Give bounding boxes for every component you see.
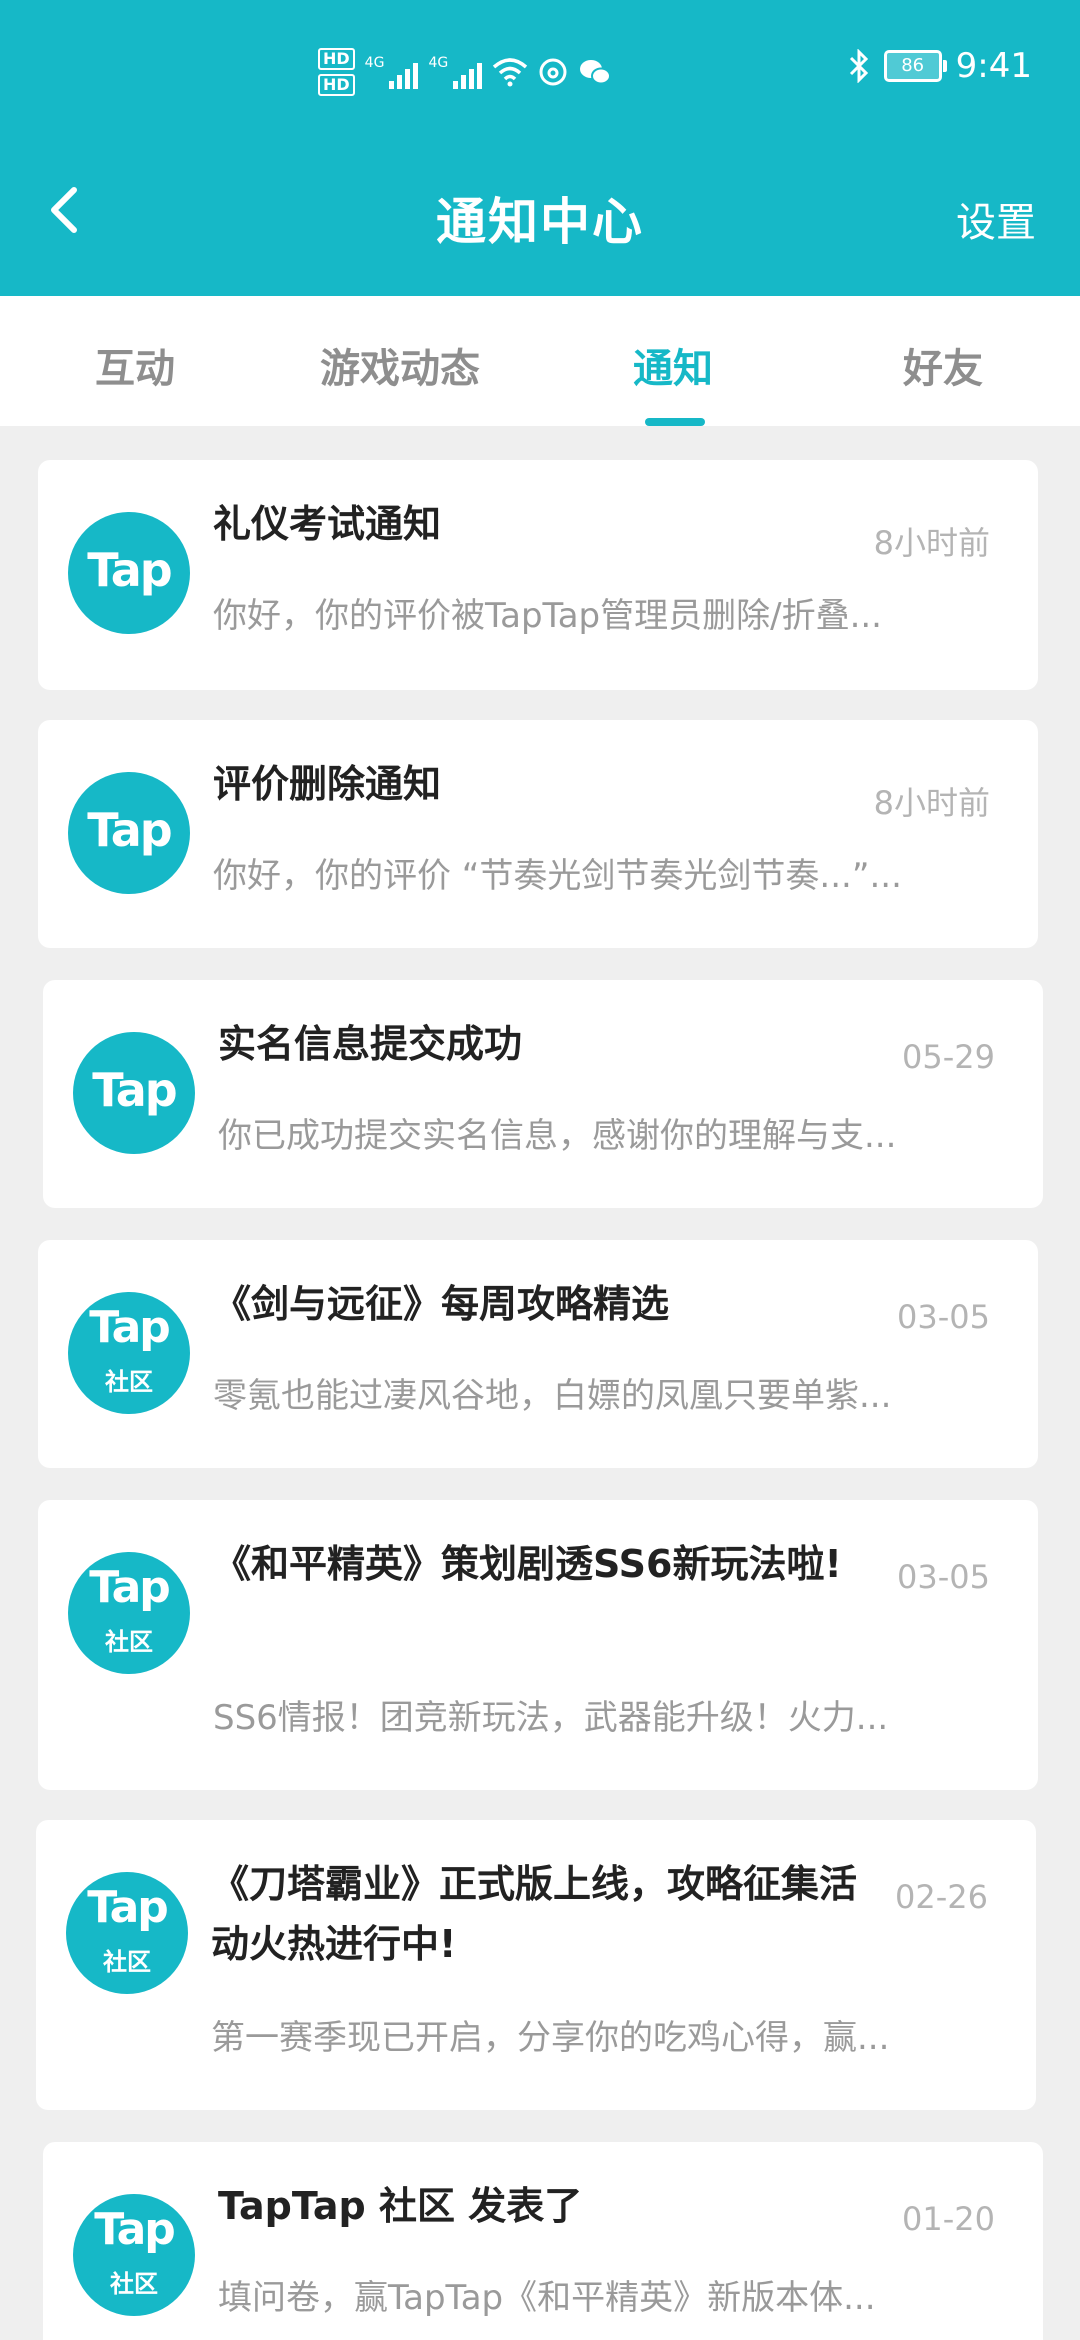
wechat-icon	[580, 60, 612, 85]
status-indicators: HD HD 4G 4G	[318, 48, 612, 96]
tap-community-avatar-icon: Tap 社区	[66, 1872, 188, 1994]
tab-bar: 互动 游戏动态 通知 好友	[0, 296, 1080, 426]
wifi-icon	[493, 58, 528, 87]
notification-preview: SS6情报！团竞新玩法，武器能升级！火力...	[213, 1698, 889, 1738]
notification-title: 《和平精英》策划剧透SS6新玩法啦!	[213, 1542, 842, 1586]
signal-2-icon: 4G	[428, 55, 483, 89]
notification-preview: 你好，你的评价被TapTap管理员删除/折叠...	[213, 596, 882, 636]
settings-button[interactable]: 设置	[956, 190, 1036, 248]
notification-item[interactable]: Tap 社区 《和平精英》策划剧透SS6新玩法啦! 03-05 SS6情报！团竞…	[38, 1500, 1038, 1790]
tab-interaction[interactable]: 互动	[95, 336, 175, 394]
tab-friends[interactable]: 好友	[903, 336, 983, 394]
notification-title: 实名信息提交成功	[218, 1022, 523, 1066]
app-header: HD HD 4G 4G 86 9:41 通知中心 设置	[0, 0, 1080, 296]
notification-time: 03-05	[897, 1558, 990, 1596]
nav-bar: 通知中心 设置	[0, 160, 1080, 260]
clock: 9:41	[955, 46, 1032, 86]
tap-avatar-icon: Tap	[73, 1032, 195, 1154]
notification-item[interactable]: Tap 社区 TapTap 社区 发表了 01-20 填问卷，赢TapTap《和…	[43, 2142, 1043, 2340]
notification-item[interactable]: Tap 社区 《剑与远征》每周攻略精选 03-05 零氪也能过凄风谷地，白嫖的凤…	[38, 1240, 1038, 1468]
screen: HD HD 4G 4G 86 9:41 通知中心 设置 互动 游戏动态 通知 好…	[0, 0, 1080, 2340]
tap-community-avatar-icon: Tap 社区	[68, 1292, 190, 1414]
notification-time: 8小时前	[873, 524, 990, 562]
notification-time: 05-29	[902, 1038, 995, 1076]
signal-1-icon: 4G	[365, 55, 419, 89]
notification-title: TapTap 社区 发表了	[218, 2184, 583, 2228]
bluetooth-icon	[849, 49, 868, 83]
tap-avatar-icon: Tap	[68, 772, 190, 894]
notification-item[interactable]: Tap 礼仪考试通知 8小时前 你好，你的评价被TapTap管理员删除/折叠..…	[38, 460, 1038, 690]
notification-item[interactable]: Tap 评价删除通知 8小时前 你好，你的评价 “节奏光剑节奏光剑节奏...”.…	[38, 720, 1038, 948]
notification-preview: 填问卷，赢TapTap《和平精英》新版本体...	[218, 2278, 876, 2318]
notification-item[interactable]: Tap 社区 《刀塔霸业》正式版上线，攻略征集活动火热进行中! 02-26 第一…	[36, 1820, 1036, 2110]
notification-preview: 第一赛季现已开启，分享你的吃鸡心得，赢...	[211, 2018, 890, 2058]
notification-preview: 你好，你的评价 “节奏光剑节奏光剑节奏...”...	[213, 856, 902, 896]
notification-time: 8小时前	[873, 784, 990, 822]
tap-avatar-icon: Tap	[68, 512, 190, 634]
notification-time: 01-20	[902, 2200, 995, 2238]
network-type-1: 4G	[364, 55, 385, 71]
notification-title: 《刀塔霸业》正式版上线，攻略征集活动火热进行中!	[211, 1862, 858, 1966]
notification-time: 02-26	[895, 1878, 988, 1916]
notification-preview: 零氪也能过凄风谷地，白嫖的凤凰只要单紫...	[213, 1376, 892, 1416]
tab-game-updates[interactable]: 游戏动态	[320, 336, 480, 394]
hd-badge-2: HD	[318, 74, 355, 96]
page-title: 通知中心	[436, 193, 644, 251]
hd-badges: HD HD	[318, 48, 355, 96]
netease-music-icon	[539, 58, 567, 86]
notification-time: 03-05	[897, 1298, 990, 1336]
tab-notifications[interactable]: 通知	[633, 336, 713, 394]
active-tab-indicator	[645, 418, 705, 426]
notification-title: 礼仪考试通知	[213, 502, 442, 546]
tap-community-avatar-icon: Tap 社区	[68, 1552, 190, 1674]
network-type-2: 4G	[428, 55, 449, 71]
status-right: 86 9:41	[848, 46, 1032, 86]
notification-item[interactable]: Tap 实名信息提交成功 05-29 你已成功提交实名信息，感谢你的理解与支..…	[43, 980, 1043, 1208]
battery-icon: 86	[883, 50, 947, 82]
status-bar: HD HD 4G 4G 86 9:41	[0, 40, 1080, 110]
hd-badge-1: HD	[318, 48, 355, 70]
notification-title: 《剑与远征》每周攻略精选	[213, 1282, 670, 1326]
notification-preview: 你已成功提交实名信息，感谢你的理解与支...	[218, 1116, 897, 1156]
tap-community-avatar-icon: Tap 社区	[73, 2194, 195, 2316]
notification-title: 评价删除通知	[213, 762, 442, 806]
